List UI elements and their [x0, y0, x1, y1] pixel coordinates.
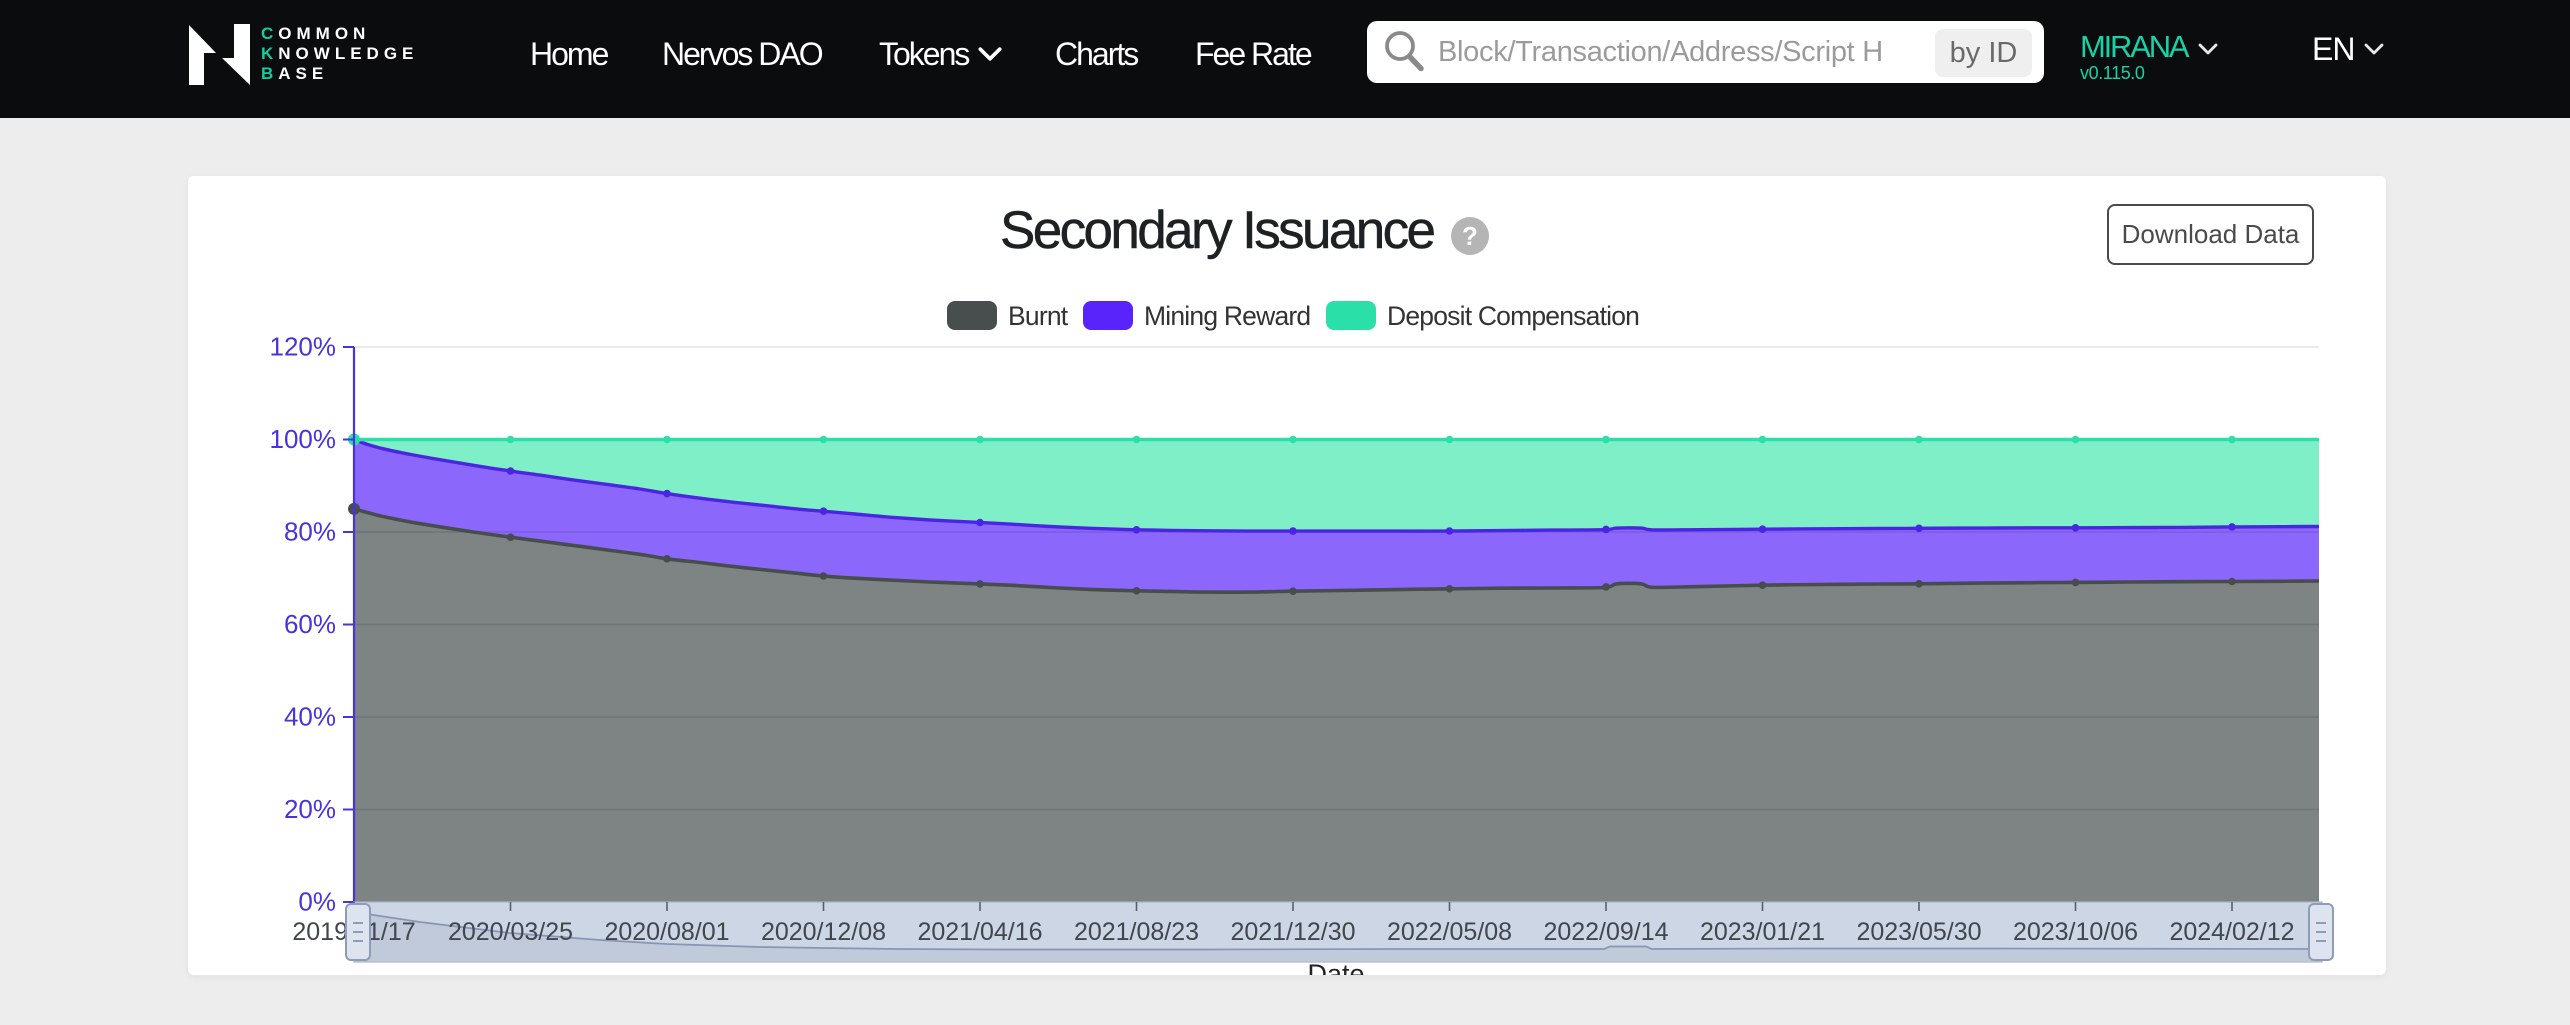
svg-text:2023/05/30: 2023/05/30: [1856, 918, 1981, 946]
svg-text:120%: 120%: [270, 332, 337, 362]
svg-text:100%: 100%: [270, 424, 337, 454]
svg-text:2020/03/25: 2020/03/25: [448, 918, 573, 946]
svg-text:2023/10/06: 2023/10/06: [2013, 918, 2138, 946]
svg-text:80%: 80%: [284, 517, 336, 547]
svg-text:60%: 60%: [284, 609, 336, 639]
svg-text:2024/02/12: 2024/02/12: [2169, 918, 2294, 946]
svg-text:20%: 20%: [284, 794, 336, 824]
svg-text:2021/12/30: 2021/12/30: [1230, 918, 1355, 946]
svg-text:2021/04/16: 2021/04/16: [917, 918, 1042, 946]
svg-text:2020/12/08: 2020/12/08: [761, 918, 886, 946]
svg-text:2021/08/23: 2021/08/23: [1074, 918, 1199, 946]
svg-text:0%: 0%: [298, 887, 336, 917]
svg-text:2022/09/14: 2022/09/14: [1543, 918, 1668, 946]
svg-text:40%: 40%: [284, 702, 336, 732]
svg-text:2020/08/01: 2020/08/01: [604, 918, 729, 946]
svg-text:2023/01/21: 2023/01/21: [1700, 918, 1825, 946]
svg-text:Date: Date: [1307, 959, 1364, 975]
svg-text:2022/05/08: 2022/05/08: [1387, 918, 1512, 946]
